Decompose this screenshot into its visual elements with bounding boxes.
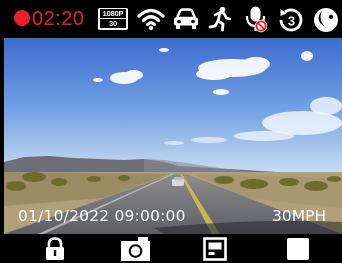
timestamp-overlay: 01/10/2022 09:00:00 [18, 207, 186, 225]
speed-overlay: 30MPH [272, 207, 327, 225]
screen-display-icon[interactable] [203, 237, 227, 261]
loop-minutes-label: 3 [288, 14, 295, 29]
status-bar: 02:20 1080P 30 3 [0, 0, 342, 38]
control-bar [0, 234, 342, 263]
camera-icon[interactable] [120, 236, 152, 262]
lock-icon[interactable] [44, 237, 66, 261]
night-mode-icon [314, 8, 338, 32]
camera-preview [4, 38, 342, 234]
stop-icon[interactable] [286, 237, 310, 261]
loop-recording-3-icon: 3 [279, 8, 303, 32]
car-icon [174, 8, 198, 29]
framerate-label: 30 [100, 19, 126, 28]
resolution-label: 1080P [100, 9, 126, 18]
recording-dot-icon [14, 10, 30, 26]
wifi-icon [137, 8, 165, 31]
resolution-badge: 1080P 30 [98, 8, 128, 30]
recording-time: 02:20 [32, 8, 85, 30]
motion-detection-icon [208, 6, 232, 32]
microphone-muted-icon [245, 6, 268, 33]
